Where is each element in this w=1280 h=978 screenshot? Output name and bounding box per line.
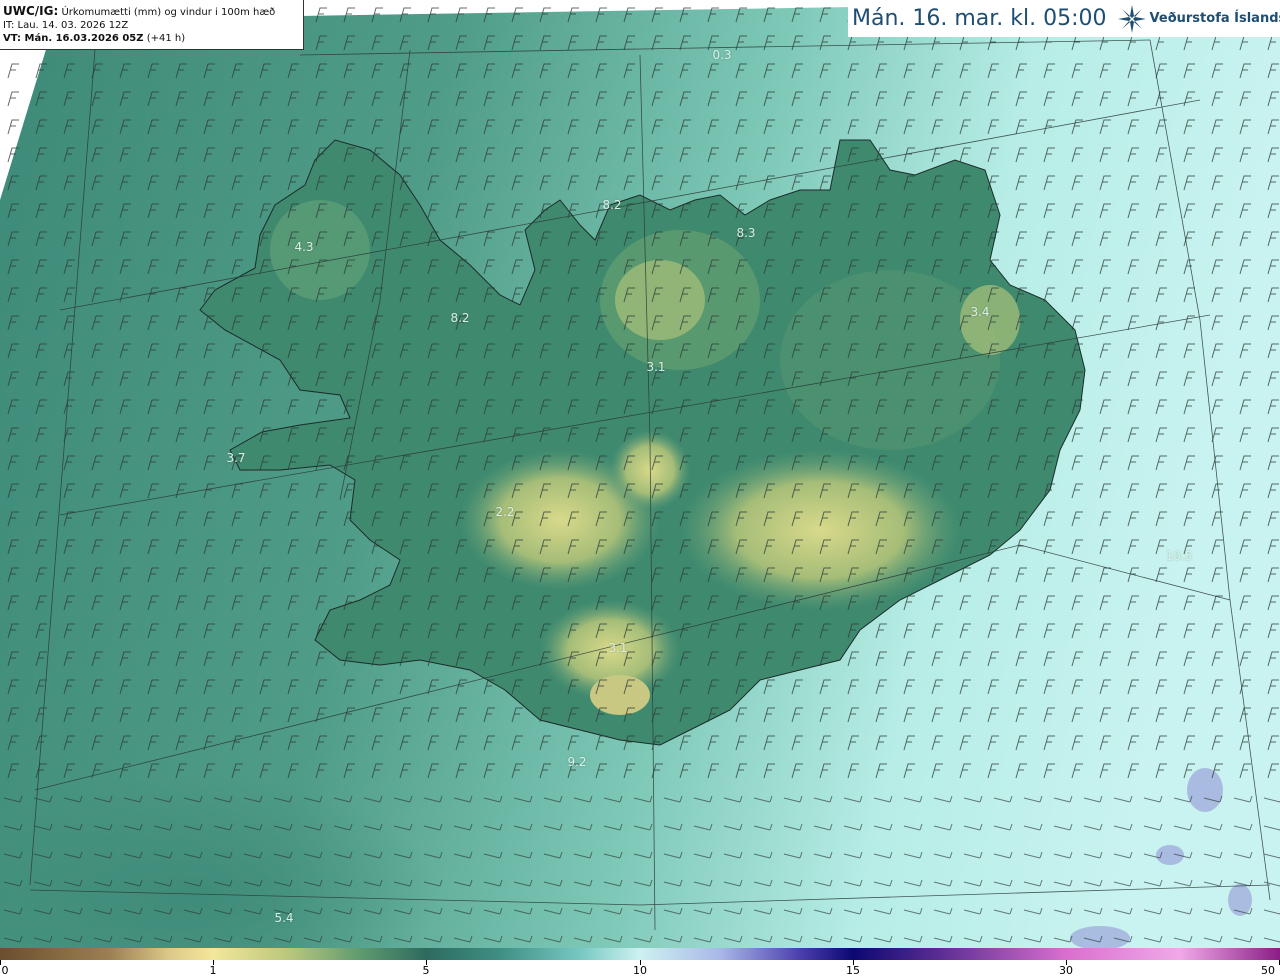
max-label: 4.3 xyxy=(294,240,314,254)
colorbar-label: 10 xyxy=(633,964,647,977)
colorbar-label: 50 xyxy=(1261,964,1275,977)
forecast-info-box: UWC/IG: Úrkomumætti (mm) og vindur i 100… xyxy=(0,0,304,50)
map-canvas xyxy=(0,0,1280,948)
weather-map: 4.3 8.2 8.3 8.2 3.4 3.1 3.7 2.2 10.5 3.1… xyxy=(0,0,1280,948)
colorbar: 0 1 5 10 15 30 50 xyxy=(0,948,1280,978)
init-time: IT: Lau. 14. 03. 2026 12Z xyxy=(3,20,129,31)
colorbar-label: 30 xyxy=(1059,964,1073,977)
colorbar-label: 1 xyxy=(209,964,217,977)
max-label: 0.3 xyxy=(712,48,732,62)
title-bar: Mán. 16. mar. kl. 05:00 Veðurstofa Íslan… xyxy=(848,0,1280,37)
valid-time: VT: Mán. 16.03.2026 05Z xyxy=(3,33,144,44)
colorbar-strip xyxy=(0,948,1280,960)
logo-text: Veðurstofa Íslands xyxy=(1149,11,1280,26)
product-description: Úrkomumætti (mm) og vindur i 100m hæð xyxy=(61,7,276,18)
snowflake-star-icon xyxy=(1117,4,1146,33)
product-line: UWC/IG: Úrkomumætti (mm) og vindur i 100… xyxy=(3,5,299,19)
valid-time-title: Mán. 16. mar. kl. 05:00 xyxy=(852,6,1107,31)
max-label: 3.1 xyxy=(608,641,628,655)
wind-barbs-south xyxy=(0,790,1280,948)
max-label: 8.3 xyxy=(736,226,756,240)
max-label: 2.2 xyxy=(495,505,515,519)
max-label: 3.4 xyxy=(970,305,990,319)
max-label: 8.2 xyxy=(450,311,470,325)
colorbar-label: 5 xyxy=(422,964,430,977)
max-label: 8.2 xyxy=(602,198,622,212)
max-label: 5.4 xyxy=(274,911,294,925)
product-code: UWC/IG: xyxy=(3,4,59,18)
lead-time: (+41 h) xyxy=(146,33,186,44)
max-label: 10.5 xyxy=(1165,549,1193,563)
vedurstofa-logo[interactable]: Veðurstofa Íslands xyxy=(1117,4,1280,34)
valid-time-line: VT: Mán. 16.03.2026 05Z (+41 h) xyxy=(3,32,299,45)
max-label: 3.1 xyxy=(646,360,666,374)
colorbar-label: 15 xyxy=(846,964,860,977)
max-label: 3.7 xyxy=(226,451,246,465)
colorbar-label: 0 xyxy=(1,964,9,977)
max-label: 9.2 xyxy=(567,755,587,769)
wind-barbs xyxy=(0,0,1280,790)
